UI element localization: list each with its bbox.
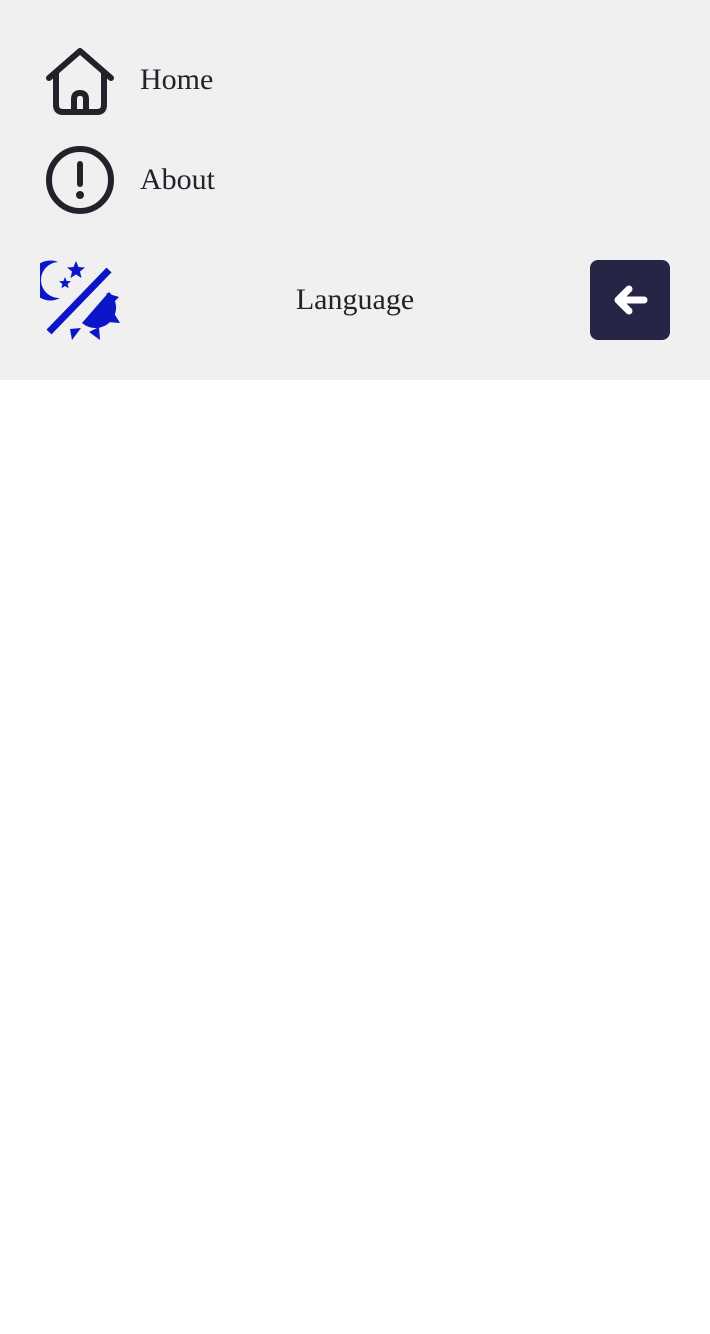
- language-selector[interactable]: Language: [275, 260, 435, 340]
- close-menu-button[interactable]: [590, 260, 670, 340]
- nav-item-home[interactable]: Home: [40, 40, 213, 120]
- home-icon: [46, 48, 114, 115]
- menu-controls-row: Language: [30, 260, 670, 340]
- arrow-left-icon: [614, 285, 648, 315]
- info-exclamation-icon: [46, 146, 114, 214]
- navigation-menu: Home About Language: [0, 0, 710, 380]
- nav-item-about[interactable]: About: [40, 140, 215, 220]
- page-content-area: [0, 380, 710, 1334]
- nav-label-about: About: [140, 163, 215, 196]
- day-night-toggle-icon: [30, 260, 120, 340]
- theme-toggle-button[interactable]: [30, 260, 120, 340]
- nav-label-home: Home: [140, 63, 214, 96]
